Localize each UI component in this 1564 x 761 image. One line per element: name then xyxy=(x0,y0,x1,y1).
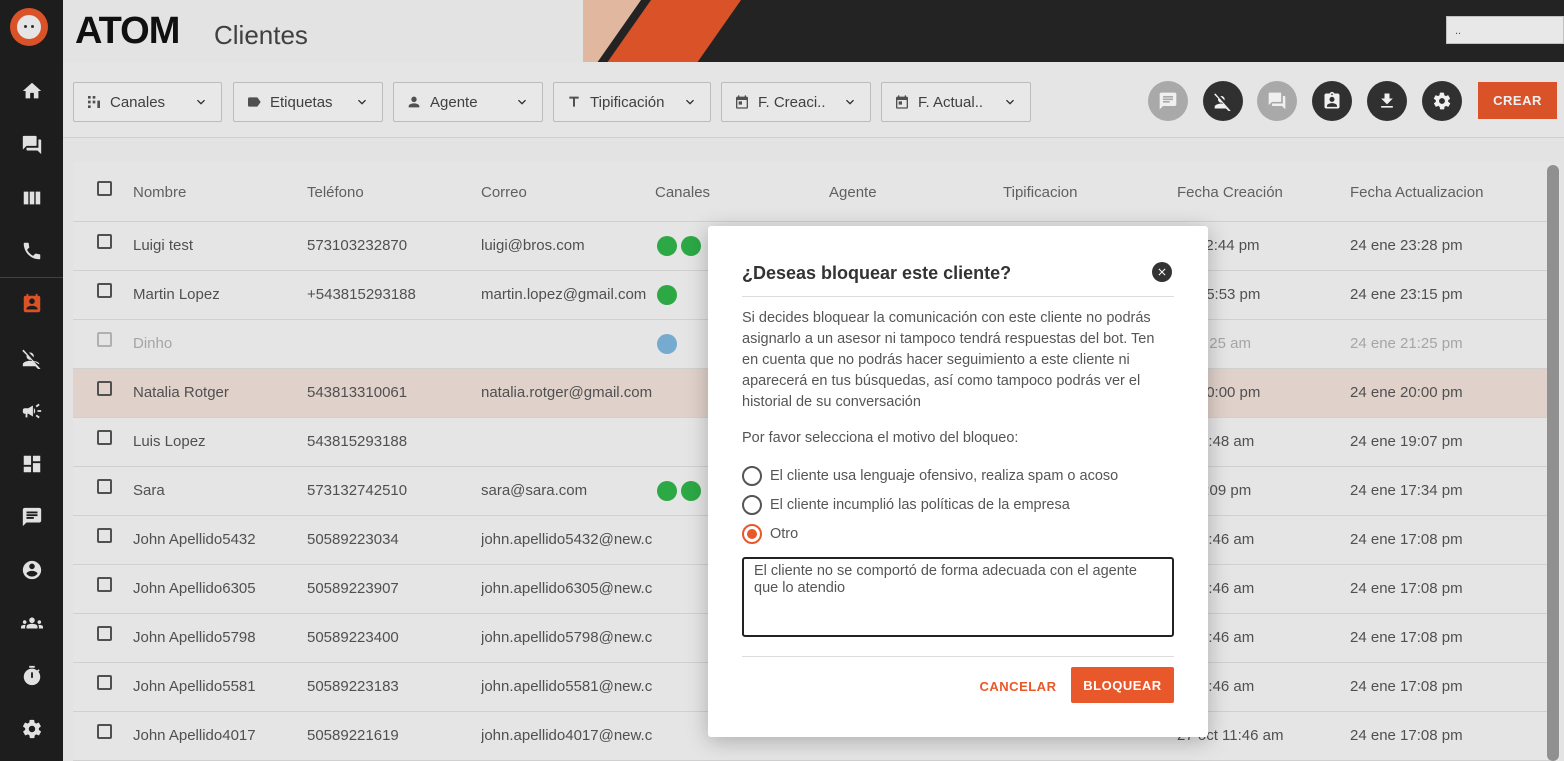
dialog-divider xyxy=(742,296,1174,297)
cancel-button[interactable]: CANCELAR xyxy=(976,669,1060,703)
option-label: El cliente incumplió las políticas de la… xyxy=(770,497,1070,513)
reason-option-policy[interactable]: El cliente incumplió las políticas de la… xyxy=(742,494,1070,516)
option-label: El cliente usa lenguaje ofensivo, realiz… xyxy=(770,468,1119,484)
option-label: Otro xyxy=(770,526,799,542)
reason-option-other[interactable]: Otro xyxy=(742,523,798,545)
dialog-description: Si decides bloquear la comunicación con … xyxy=(742,310,1155,410)
reason-textarea[interactable]: El cliente no se comportó de forma adecu… xyxy=(742,557,1174,637)
radio-button[interactable] xyxy=(742,495,762,515)
block-button[interactable]: BLOQUEAR xyxy=(1071,667,1174,703)
radio-button-selected[interactable] xyxy=(742,524,762,544)
block-client-dialog: ¿Deseas bloquear este cliente? Si decide… xyxy=(708,226,1208,737)
dialog-divider xyxy=(742,656,1174,657)
reason-option-offensive[interactable]: El cliente usa lenguaje ofensivo, realiz… xyxy=(742,465,1118,487)
dialog-title: ¿Deseas bloquear este cliente? xyxy=(742,263,1012,283)
reason-prompt: Por favor selecciona el motivo del bloqu… xyxy=(742,430,1019,446)
close-button[interactable] xyxy=(1152,262,1172,282)
close-icon xyxy=(1158,268,1166,276)
radio-button[interactable] xyxy=(742,466,762,486)
